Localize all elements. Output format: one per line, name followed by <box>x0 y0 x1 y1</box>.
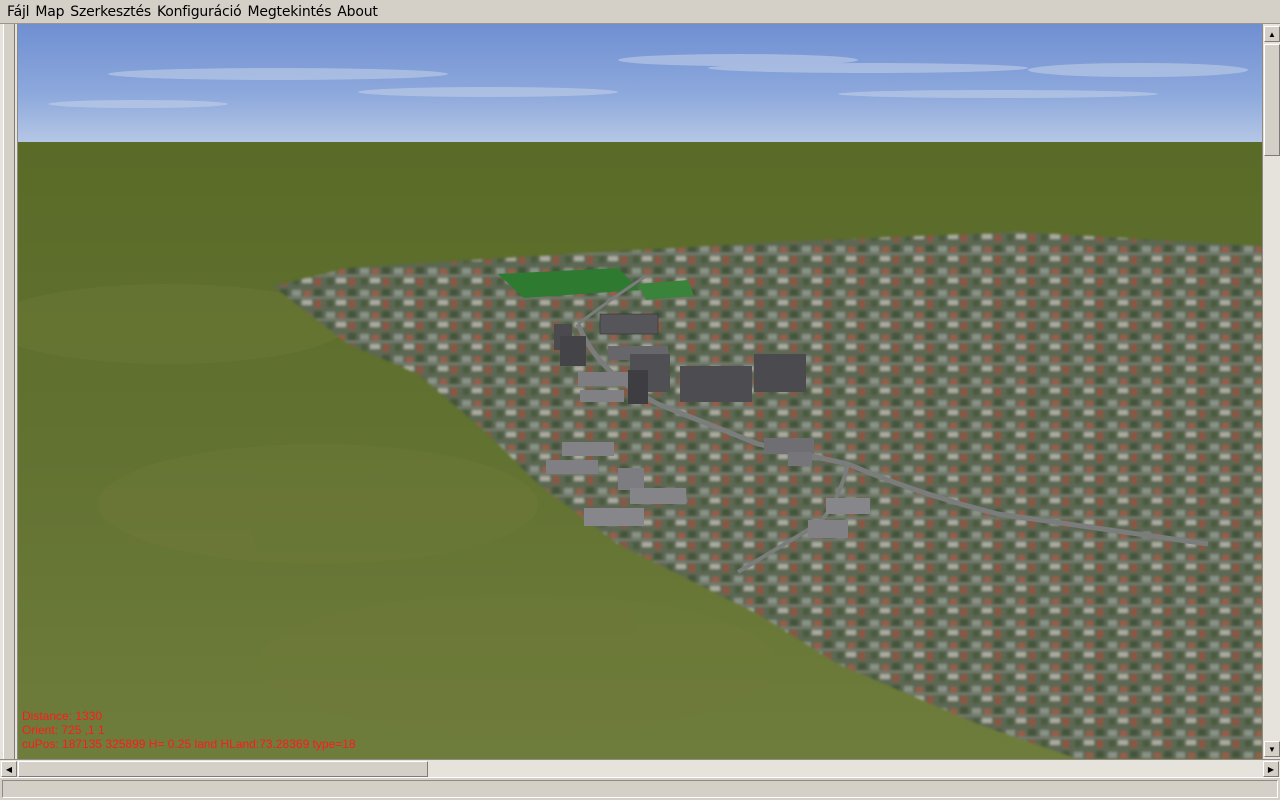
menu-about[interactable]: About <box>334 0 380 24</box>
hud-orient: Orient: 725 ,1 1 <box>22 723 105 737</box>
triangle-right-icon[interactable]: ▶ <box>1263 761 1279 777</box>
menu-edit[interactable]: Szerkesztés <box>67 0 154 24</box>
map-3d-viewport[interactable]: Distance: 1330 Orient: 725 ,1 1 cuPos: 1… <box>18 24 1262 759</box>
menu-map[interactable]: Map <box>32 0 67 24</box>
left-scrollbar-thumb[interactable] <box>3 24 15 759</box>
sky <box>18 24 1262 144</box>
status-bar <box>0 777 1280 800</box>
left-vertical-scrollbar[interactable] <box>0 24 18 759</box>
menu-bar: Fájl Map Szerkesztés Konfiguráció Megtek… <box>0 0 1280 24</box>
menu-configuration[interactable]: Konfiguráció <box>154 0 245 24</box>
right-vertical-scrollbar[interactable]: ▲ ▼ <box>1262 24 1280 759</box>
terrain-render <box>18 24 1262 759</box>
right-scrollbar-thumb[interactable] <box>1264 44 1280 156</box>
triangle-down-icon[interactable]: ▼ <box>1264 741 1280 757</box>
status-panel <box>2 780 1278 798</box>
menu-view[interactable]: Megtekintés <box>245 0 335 24</box>
triangle-up-icon[interactable]: ▲ <box>1264 26 1280 42</box>
hud-overlay: Distance: 1330 Orient: 725 ,1 1 cuPos: 1… <box>22 709 356 751</box>
hud-distance: Distance: 1330 <box>22 709 103 723</box>
menu-file[interactable]: Fájl <box>4 0 32 24</box>
horizontal-scrollbar[interactable]: ◀ ▶ <box>0 759 1280 777</box>
hud-position: cuPos: 187135 325899 H= 0.25 land HLand:… <box>22 737 356 751</box>
triangle-left-icon[interactable]: ◀ <box>1 761 17 777</box>
horizontal-scrollbar-thumb[interactable] <box>18 761 428 777</box>
